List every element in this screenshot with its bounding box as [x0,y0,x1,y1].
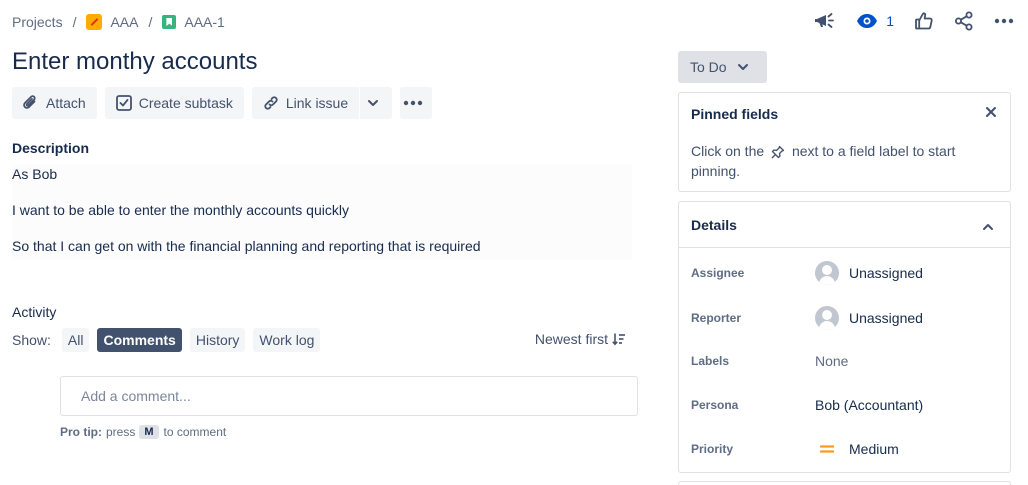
breadcrumb-issue-key: AAA-1 [184,14,225,30]
thumbs-up-icon [915,12,933,30]
field-label: Persona [691,398,739,412]
shortcut-key: M [139,425,159,439]
labels-value[interactable]: None [815,353,848,369]
field-label: Priority [691,442,734,456]
field-priority[interactable]: Priority Medium [691,435,1001,463]
field-value[interactable]: Unassigned [815,261,923,285]
more-actions-button[interactable] [994,9,1014,33]
pinned-text-before: Click on the [691,143,765,159]
watch-count: 1 [886,13,894,29]
description-heading: Description [12,140,90,156]
close-icon [986,107,996,117]
field-persona[interactable]: Persona Bob (Accountant) [691,391,1001,419]
activity-filters: Show: All Comments History Work log Newe… [12,328,632,352]
more-fields-panel [678,481,1011,485]
breadcrumb-projects[interactable]: Projects [12,14,63,30]
chevron-up-icon [983,224,993,230]
pinned-fields-hint: Click on the next to a field label to st… [691,141,991,181]
chevron-down-icon [737,64,748,70]
description-line: As Bob [12,166,58,182]
more-icon [994,18,1014,24]
paperclip-icon [23,95,36,109]
link-issue-dropdown[interactable] [360,87,393,119]
field-value[interactable]: Unassigned [815,306,923,330]
reporter-value: Unassigned [849,310,923,326]
filter-history[interactable]: History [189,328,246,352]
story-icon [162,15,177,29]
issue-title[interactable]: Enter monthy accounts [12,48,257,76]
status-label: To Do [690,59,727,75]
breadcrumb-separator: / [148,14,153,30]
filter-all[interactable]: All [61,328,90,352]
filter-work-log[interactable]: Work log [253,328,321,352]
persona-value[interactable]: Bob (Accountant) [815,397,923,413]
pro-tip: Pro tip: press M to comment [60,425,226,439]
link-icon [264,96,278,110]
breadcrumb-project-label: AAA [110,14,139,30]
megaphone-icon [815,13,835,28]
collapse-details-button[interactable] [982,218,994,234]
share-icon [955,11,973,31]
priority-value: Medium [849,441,899,457]
field-label: Labels [691,354,730,368]
details-title: Details [691,217,737,233]
project-avatar-icon [86,14,103,30]
pin-icon [771,146,785,159]
subtask-icon [115,95,132,111]
feedback-button[interactable] [814,9,836,33]
chevron-down-icon [368,100,379,106]
more-icon [403,100,423,106]
attach-button[interactable]: Attach [12,87,97,119]
field-label: Reporter [691,311,742,325]
priority-medium-icon [815,444,839,454]
breadcrumb: Projects / AAA / AAA-1 [12,12,225,32]
breadcrumb-issue[interactable]: AAA-1 [162,14,225,30]
close-pinned-button[interactable] [984,105,998,122]
field-value[interactable]: Medium [815,441,899,457]
comment-placeholder: Add a comment... [81,388,191,404]
sort-descending-icon [612,333,625,346]
sort-button[interactable]: Newest first [535,331,626,347]
comment-input[interactable]: Add a comment... [60,376,638,416]
field-reporter[interactable]: Reporter Unassigned [691,304,1001,332]
description-field[interactable]: As Bob I want to be able to enter the mo… [12,164,632,260]
create-subtask-button[interactable]: Create subtask [104,87,244,119]
eye-icon [857,14,878,28]
details-header[interactable]: Details [679,202,1010,248]
breadcrumb-separator: / [72,14,77,30]
pinned-fields-title: Pinned fields [691,106,779,122]
description-line: I want to be able to enter the monthly a… [12,202,349,218]
description-line: So that I can get on with the financial … [12,238,481,254]
pro-tip-label: Pro tip: [60,425,102,439]
filter-comments[interactable]: Comments [97,328,182,352]
field-assignee[interactable]: Assignee Unassigned [691,259,1001,287]
field-label: Assignee [691,266,745,280]
vote-button[interactable] [914,9,934,33]
sort-label: Newest first [534,331,608,347]
show-label: Show: [12,332,51,348]
details-panel: Details Assignee Unassigned Reporter Una… [678,201,1011,473]
issue-toolbar: Attach Create subtask Link issue [12,87,440,119]
field-labels[interactable]: Labels None [691,347,1001,375]
status-dropdown[interactable]: To Do [678,51,767,83]
assignee-value: Unassigned [849,265,923,281]
link-issue-button[interactable]: Link issue [251,87,360,119]
link-issue-label: Link issue [285,95,349,111]
user-avatar-icon [815,306,839,330]
create-subtask-label: Create subtask [138,95,233,111]
issue-actions: 1 [794,9,1014,33]
more-toolbar-button[interactable] [400,87,433,119]
activity-heading: Activity [12,304,57,320]
pinned-fields-panel: Pinned fields Click on the next to a fie… [678,92,1011,192]
pro-tip-after: to comment [163,425,227,439]
breadcrumb-project[interactable]: AAA [86,14,138,30]
watch-button[interactable]: 1 [856,9,894,33]
pro-tip-press: press [106,425,136,439]
share-button[interactable] [954,9,974,33]
user-avatar-icon [815,261,839,285]
attach-label: Attach [46,95,86,111]
